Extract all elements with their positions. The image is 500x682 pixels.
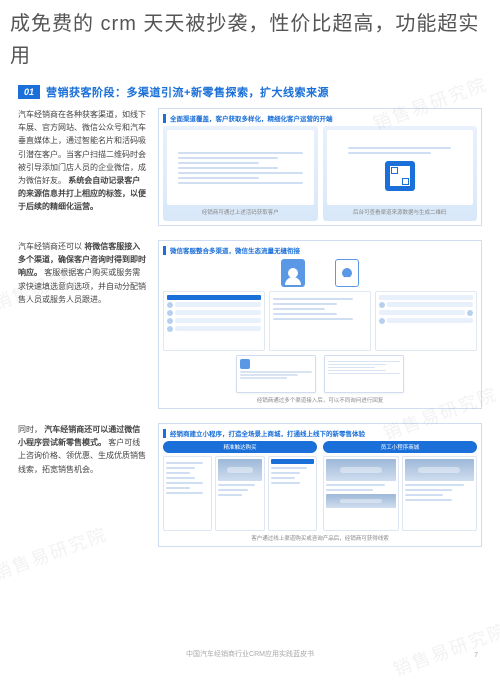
row3-text-pre: 同时，	[18, 425, 42, 434]
slide1-panel-right: 后台可查看渠道来源数据与生成二维码	[323, 126, 478, 221]
mini-screen-1	[163, 456, 212, 531]
content-row-2: 汽车经销商还可以 将微信客服接入多个渠道，确保客户咨询时得到即时响应。 客服根据…	[18, 240, 482, 409]
slide2-caption: 经销商通过多个渠道接入后，可以不同询问进行回复	[163, 396, 477, 404]
mini-screen-2	[215, 456, 264, 531]
row1-text: 汽车经销商在各种获客渠道，如线下车展、官方网站、微信公众号和汽车垂直媒体上，通过…	[18, 108, 148, 226]
avatar-icon-right	[335, 259, 359, 287]
slide3-screens-right	[323, 456, 477, 531]
content-row-3: 同时， 汽车经销商还可以通过微信小程序尝试新零售模式。 客户可线上咨询价格、领优…	[18, 423, 482, 547]
slide2-title: 微信客服整合多渠道，微信生态流量无缝衔接	[170, 245, 300, 255]
mini-screen-3	[268, 456, 317, 531]
slide1-panel-left: 经销商可通过上述活码获取客户	[163, 126, 318, 221]
slide3-screens-left	[163, 456, 317, 531]
slide3-title-bar: 经销商建立小程序，打造全场景上商城，打通线上线下的新零售体验	[163, 428, 477, 438]
row3-slide: 经销商建立小程序，打造全场景上商城，打通线上线下的新零售体验 精准触达购买	[158, 423, 482, 547]
slide2-card-1	[236, 355, 316, 393]
slide3-body: 精准触达购买	[163, 441, 477, 531]
mini-screen-5	[402, 456, 478, 531]
slide3-col-right: 员工小程序商城	[323, 441, 477, 531]
slide1-panel-left-inner	[167, 130, 314, 205]
car-image-icon-2	[326, 459, 396, 481]
slide1-body: 经销商可通过上述活码获取客户 后台可查看渠道来源数据与生成二维码	[163, 126, 477, 221]
card-icon	[240, 359, 250, 369]
mini-screen-4	[323, 456, 399, 531]
section-header: 01 营销获客阶段：多渠道引流+新零售探索，扩大线索来源	[18, 84, 482, 100]
slide3-title: 经销商建立小程序，打造全场景上商城，打通线上线下的新零售体验	[170, 428, 365, 438]
slide2-card-2	[324, 355, 404, 393]
row2-text: 汽车经销商还可以 将微信客服接入多个渠道，确保客户咨询时得到即时响应。 客服根据…	[18, 240, 148, 409]
slide2-screen-3	[375, 291, 477, 351]
slide3-caption: 客户通过线上渠道购买或咨询产品后，经销商可获得线索	[163, 534, 477, 542]
row1-text-pre: 汽车经销商在各种获客渠道，如线下车展、官方网站、微信公众号和汽车垂直媒体上，通过…	[18, 110, 146, 185]
slide3-label-left: 精准触达购买	[163, 441, 317, 453]
slide1-caption-left: 经销商可通过上述活码获取客户	[167, 208, 314, 216]
car-image-icon	[218, 459, 261, 481]
row2-text-pre: 汽车经销商还可以	[18, 242, 82, 251]
qr-code-icon	[385, 161, 415, 191]
slide2-marker	[163, 246, 166, 255]
slide2-screen-2	[269, 291, 371, 351]
section-title: 营销获客阶段：多渠道引流+新零售探索，扩大线索来源	[46, 84, 329, 100]
page-number: 7	[474, 652, 478, 659]
row2-slide-container: 微信客服整合多渠道，微信生态流量无缝衔接	[158, 240, 482, 409]
slide2-title-bar: 微信客服整合多渠道，微信生态流量无缝衔接	[163, 245, 477, 255]
slide3-col-left: 精准触达购买	[163, 441, 317, 531]
slide3-label-right: 员工小程序商城	[323, 441, 477, 453]
footer: 中国汽车经销商行业CRM应用实践蓝皮书	[0, 649, 500, 659]
car-image-icon-3	[326, 494, 396, 508]
row3-text: 同时， 汽车经销商还可以通过微信小程序尝试新零售模式。 客户可线上咨询价格、领优…	[18, 423, 148, 547]
row3-slide-container: 经销商建立小程序，打造全场景上商城，打通线上线下的新零售体验 精准触达购买	[158, 423, 482, 547]
slide3-marker	[163, 429, 166, 438]
avatar-icon-left	[281, 259, 305, 287]
footer-text: 中国汽车经销商行业CRM应用实践蓝皮书	[186, 649, 314, 659]
slide2-body	[163, 291, 477, 351]
section-number: 01	[18, 85, 40, 99]
row1-slide: 全面渠道覆盖，客户获取多样化，精细化客户运营的开端 经销商可通过上述活码获取客户	[158, 108, 482, 226]
slide1-title: 全面渠道覆盖，客户获取多样化，精细化客户运营的开端	[170, 113, 333, 123]
slide1-marker	[163, 114, 166, 123]
slide2-bottom-cards	[163, 355, 477, 393]
row1-slide-container: 全面渠道覆盖，客户获取多样化，精细化客户运营的开端 经销商可通过上述活码获取客户	[158, 108, 482, 226]
slide1-caption-right: 后台可查看渠道来源数据与生成二维码	[327, 208, 474, 216]
slide1-title-bar: 全面渠道覆盖，客户获取多样化，精细化客户运营的开端	[163, 113, 477, 123]
car-image-icon-4	[405, 459, 475, 481]
page-title: 成免费的 crm 天天被抄袭，性价比超高，功能超实用	[0, 0, 500, 84]
row2-slide: 微信客服整合多渠道，微信生态流量无缝衔接	[158, 240, 482, 409]
content-area: 01 营销获客阶段：多渠道引流+新零售探索，扩大线索来源 汽车经销商在各种获客渠…	[0, 84, 500, 547]
slide1-panel-right-inner	[327, 130, 474, 205]
slide2-screen-1	[163, 291, 265, 351]
slide2-avatar-row	[163, 259, 477, 287]
content-row-1: 汽车经销商在各种获客渠道，如线下车展、官方网站、微信公众号和汽车垂直媒体上，通过…	[18, 108, 482, 226]
